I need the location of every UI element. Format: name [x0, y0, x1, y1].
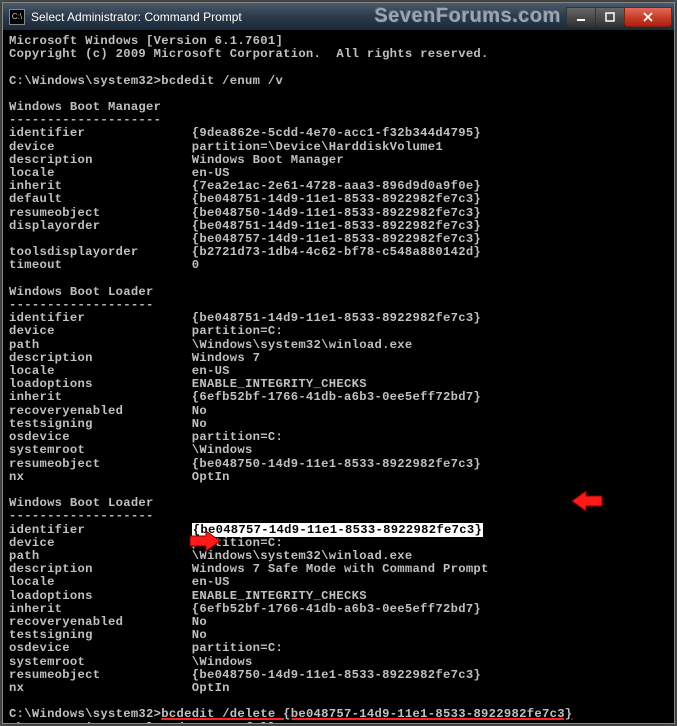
cmd-icon: C:\: [9, 9, 25, 25]
delete-command: bcdedit /delete {be048757-14d9-11e1-8533…: [161, 707, 572, 721]
console-output[interactable]: Microsoft Windows [Version 6.1.7601] Cop…: [3, 31, 674, 723]
titlebar[interactable]: C:\ Select Administrator: Command Prompt…: [3, 3, 674, 31]
command-prompt-window: C:\ Select Administrator: Command Prompt…: [2, 2, 675, 724]
watermark-text: SevenForums.com: [375, 5, 561, 28]
window-buttons: [567, 7, 672, 27]
close-button[interactable]: [624, 7, 672, 27]
maximize-button[interactable]: [595, 7, 625, 27]
minimize-button[interactable]: [566, 7, 596, 27]
highlighted-identifier: {be048757-14d9-11e1-8533-8922982fe7c3}: [192, 523, 483, 537]
window-title: Select Administrator: Command Prompt: [31, 10, 375, 24]
